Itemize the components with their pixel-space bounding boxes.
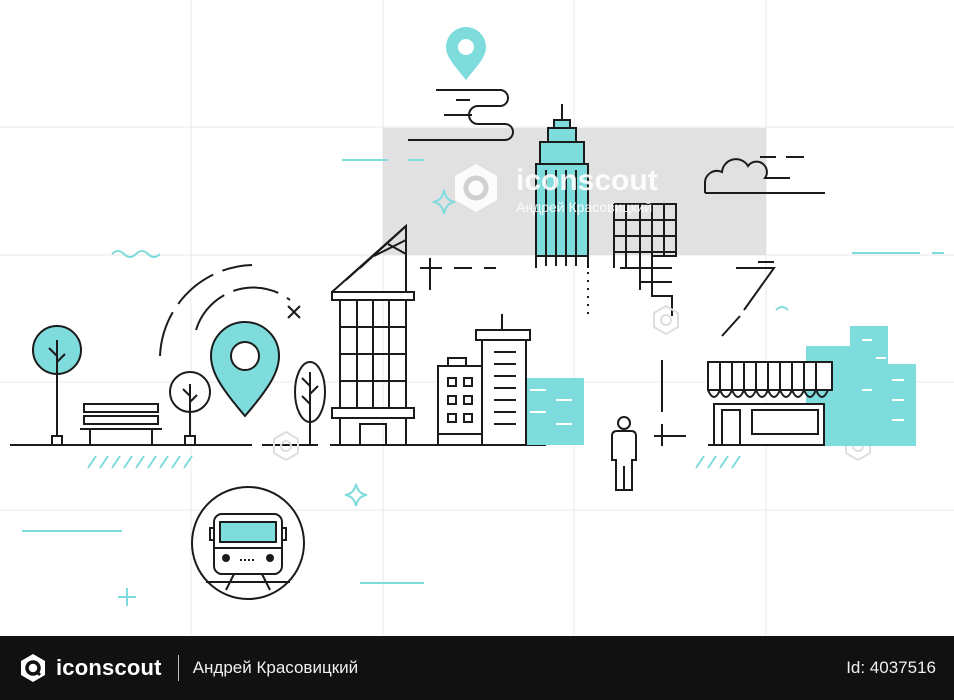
footer-brand-name: iconscout [56,655,162,680]
tree-icon [294,361,326,445]
footer-divider [177,655,179,681]
bench-icon [80,403,162,445]
cyan-building [520,378,584,445]
watermark-author: Андрей Красовицкий [516,199,652,215]
close-mark [287,305,301,319]
iconscout-logo-icon [21,654,45,682]
glass-tower [331,223,415,446]
grid-building [613,203,677,316]
tree-icon [32,325,82,446]
apartment-building [437,357,483,446]
watermark-brand: iconscout [516,164,658,197]
background-grid [0,0,954,636]
tree-icon [169,371,211,446]
location-pin-icon [446,27,486,80]
city-illustration: iconscout Андрей Красовицкий [0,0,954,636]
location-pin-icon [209,321,281,418]
bus-icon [191,486,305,600]
footer-asset-id: Id: 4037516 [846,658,936,677]
footer-author[interactable]: Андрей Красовицкий [193,658,358,678]
office-tower [475,314,531,446]
shop-building [707,361,833,446]
footer-brand[interactable]: iconscout [18,653,162,683]
footer-bar: iconscout Андрей Красовицкий Id: 4037516 [0,636,954,700]
ground-hatch [87,455,741,469]
person-icon [611,416,637,491]
